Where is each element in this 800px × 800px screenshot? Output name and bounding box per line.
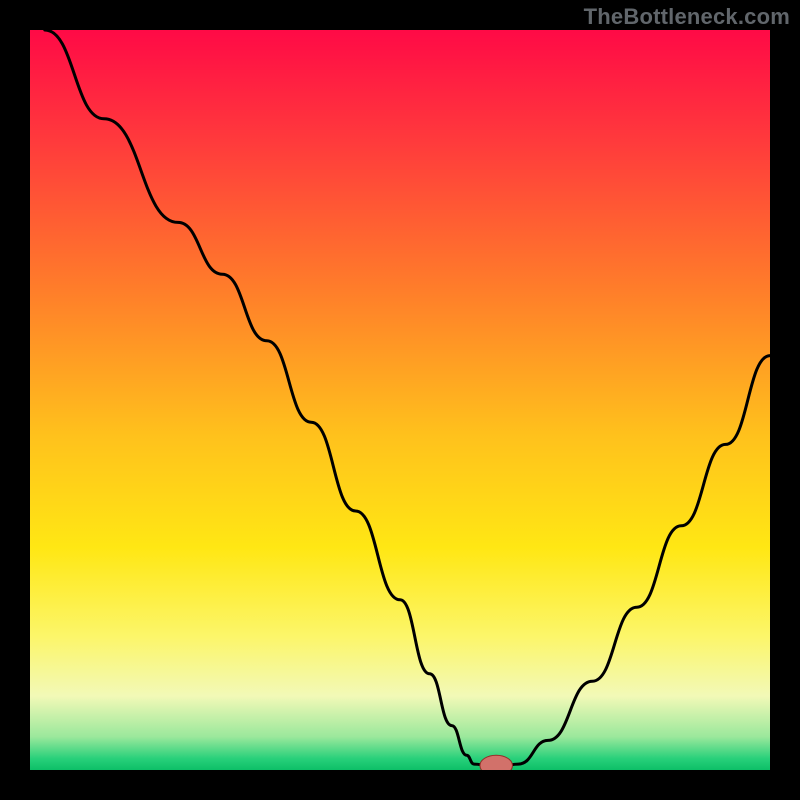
attribution-label: TheBottleneck.com xyxy=(584,4,790,30)
gradient-background xyxy=(30,30,770,770)
bottleneck-chart xyxy=(30,30,770,770)
plot-area xyxy=(30,30,770,770)
chart-frame: TheBottleneck.com xyxy=(0,0,800,800)
